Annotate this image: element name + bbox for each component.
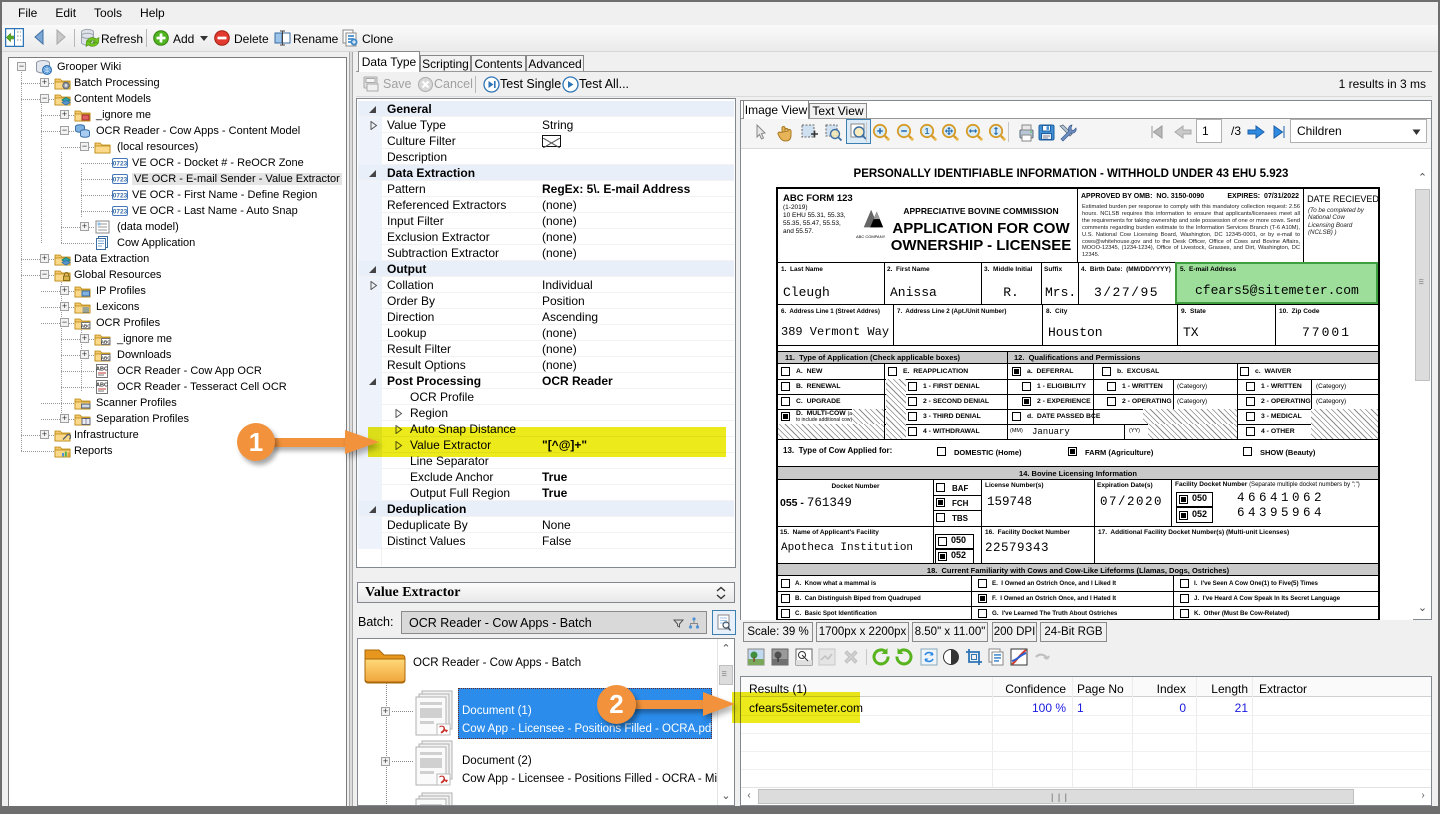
svg-text:ABC: ABC (81, 323, 91, 328)
svg-text:ABC: ABC (101, 355, 111, 360)
svg-text:ABC: ABC (101, 339, 111, 344)
svg-text:1: 1 (925, 126, 930, 136)
